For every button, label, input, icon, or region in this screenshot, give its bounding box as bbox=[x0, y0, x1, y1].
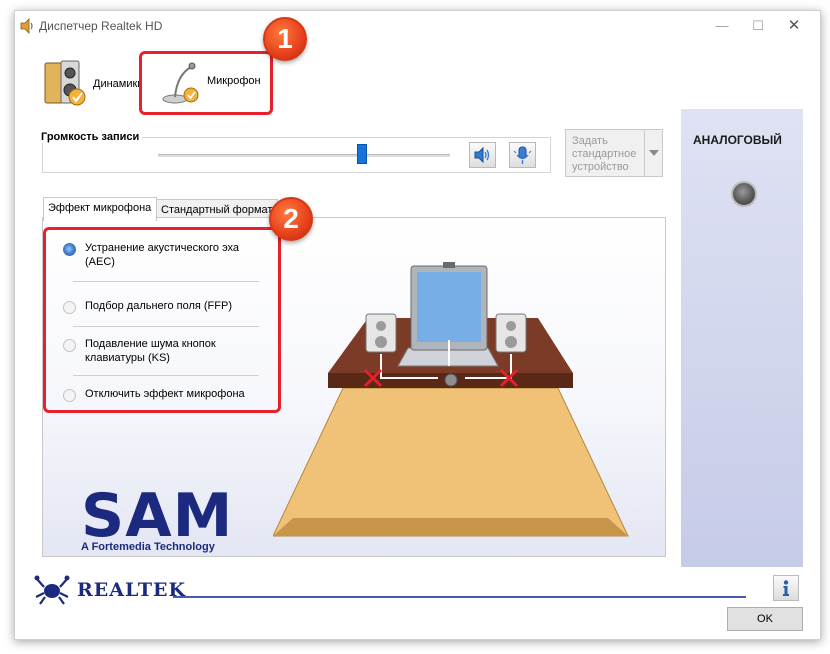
sam-tagline: A Fortemedia Technology bbox=[81, 541, 215, 553]
title-bar: Диспетчер Realtek HD — ☐ ✕ bbox=[15, 11, 820, 41]
microphone-icon bbox=[162, 62, 199, 104]
device-tab-speakers-label: Динамики bbox=[93, 78, 144, 90]
effect-option-ffp[interactable]: Подбор дальнего поля (FFP) bbox=[61, 299, 261, 317]
connector-panel bbox=[681, 109, 803, 567]
speakers-icon bbox=[44, 60, 86, 106]
separator bbox=[73, 375, 259, 376]
effect-option-aec[interactable]: Устранение акустического эха (AEC) bbox=[61, 241, 261, 271]
device-tab-microphone[interactable]: Микрофон bbox=[139, 51, 271, 115]
effect-option-ks-label: Подавление шума кнопок клавиатуры (KS) bbox=[85, 338, 216, 364]
device-tab-speakers[interactable]: Динамики bbox=[33, 57, 145, 111]
set-default-device-label: Задать стандартное устройство bbox=[572, 135, 637, 173]
speaker-app-icon bbox=[20, 18, 33, 34]
separator bbox=[73, 281, 259, 282]
ok-button[interactable]: OK bbox=[727, 607, 803, 631]
annotation-badge-2: 2 bbox=[269, 197, 313, 241]
effect-option-disable-label: Отключить эффект микрофона bbox=[85, 388, 245, 400]
effect-option-ffp-label: Подбор дальнего поля (FFP) bbox=[85, 300, 232, 312]
tab-mic-effect[interactable]: Эффект микрофона bbox=[43, 197, 157, 221]
window-title: Диспетчер Realtek HD bbox=[39, 19, 163, 33]
recording-volume-slider[interactable] bbox=[357, 144, 368, 164]
realtek-brand: REALTEK bbox=[77, 579, 186, 601]
connector-panel-title: АНАЛОГОВЫЙ bbox=[693, 133, 782, 147]
effect-option-disable[interactable]: Отключить эффект микрофона bbox=[61, 387, 261, 405]
maximize-button[interactable]: ☐ bbox=[744, 15, 772, 37]
speaker-volume-icon bbox=[474, 146, 490, 164]
device-tab-microphone-label: Микрофон bbox=[207, 75, 261, 87]
annotation-badge-1: 1 bbox=[263, 17, 307, 61]
set-default-device-button[interactable]: Задать стандартное устройство bbox=[565, 129, 663, 177]
realtek-hd-manager-window: Диспетчер Realtek HD — ☐ ✕ Динамики Микр… bbox=[14, 10, 821, 640]
acoustic-illustration bbox=[273, 262, 629, 537]
dropdown-arrow[interactable] bbox=[644, 130, 662, 176]
recording-volume-title: Громкость записи bbox=[38, 131, 143, 143]
realtek-crab-logo-icon bbox=[34, 575, 70, 605]
microphone-boost-icon bbox=[513, 146, 532, 164]
radio-disable[interactable] bbox=[63, 389, 76, 402]
info-button[interactable] bbox=[773, 575, 799, 601]
chevron-down-icon bbox=[649, 150, 659, 156]
recording-volume-track bbox=[158, 154, 450, 157]
minimize-button[interactable]: — bbox=[708, 15, 736, 37]
radio-ks[interactable] bbox=[63, 339, 76, 352]
radio-aec[interactable] bbox=[63, 243, 76, 256]
info-icon bbox=[783, 580, 789, 596]
separator bbox=[73, 326, 259, 327]
mic-boost-button[interactable] bbox=[509, 142, 536, 168]
radio-ffp[interactable] bbox=[63, 301, 76, 314]
analog-jack-icon[interactable] bbox=[731, 181, 757, 207]
footer-divider bbox=[173, 596, 746, 598]
effect-option-aec-label: Устранение акустического эха (AEC) bbox=[85, 242, 240, 268]
effect-option-ks[interactable]: Подавление шума кнопок клавиатуры (KS) bbox=[61, 337, 261, 367]
mute-button[interactable] bbox=[469, 142, 496, 168]
close-button[interactable]: ✕ bbox=[780, 15, 808, 37]
